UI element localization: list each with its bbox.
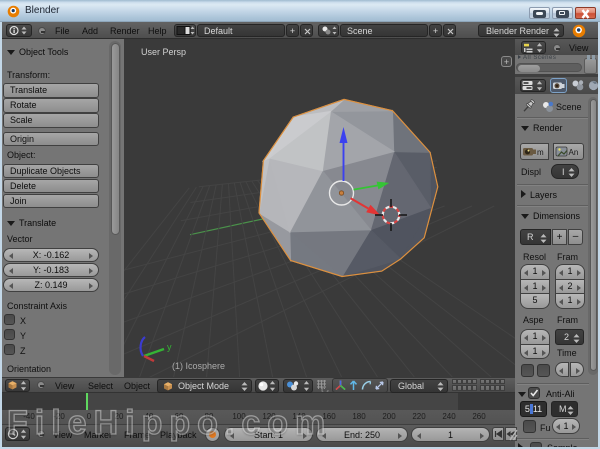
- svg-text:m: m: [537, 148, 544, 157]
- svg-text:An: An: [569, 148, 579, 157]
- svg-text:y: y: [167, 342, 172, 352]
